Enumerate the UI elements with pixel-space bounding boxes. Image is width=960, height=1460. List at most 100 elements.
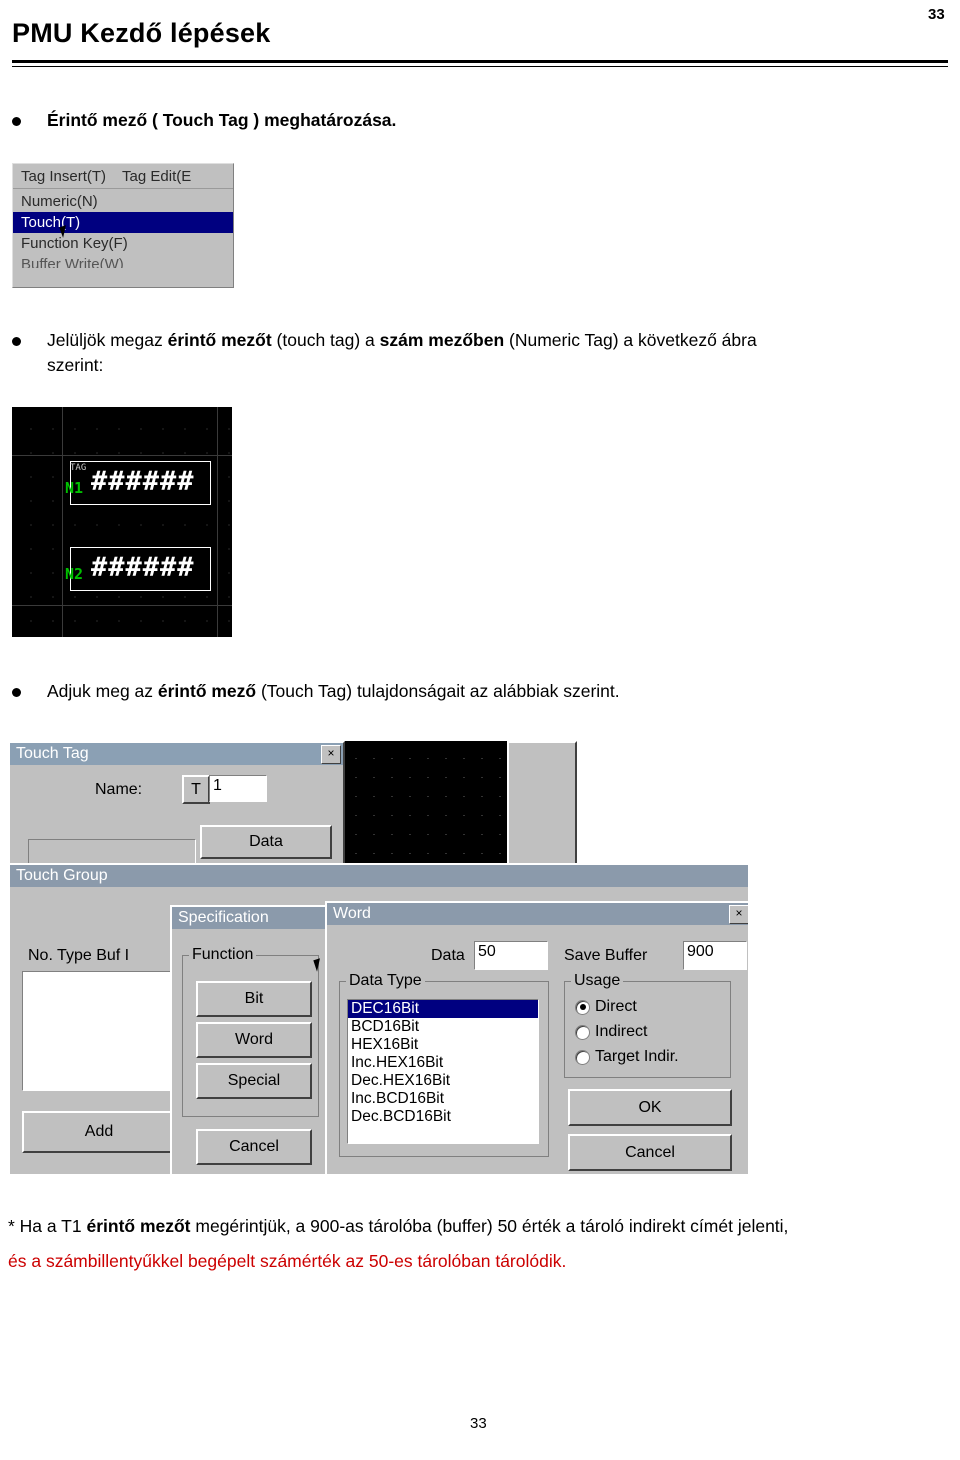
bullet-2-line-2: szerint: — [47, 355, 104, 375]
page-number-bottom: 33 — [470, 1415, 487, 1432]
bullet-3-seg-a: Adjuk meg az — [47, 681, 158, 701]
footer-note-line-2: és a számbillentyűkkel begépelt számérté… — [8, 1251, 567, 1271]
numeric-tag-1-label: N1 — [65, 479, 84, 497]
touch-tag-data-button[interactable]: Data — [200, 825, 332, 859]
specification-titlebar: Specification — [172, 907, 327, 929]
numeric-tag-2-value: ###### — [91, 552, 195, 583]
bullet-2-bold-1: érintő mezőt — [167, 330, 272, 350]
word-save-buffer-label: Save Buffer — [564, 947, 648, 964]
footer-note-seg-a: * Ha a T1 — [8, 1216, 87, 1236]
word-data-label: Data — [431, 947, 465, 964]
pmu-vline-left — [62, 407, 63, 637]
usage-option-direct[interactable]: Direct — [575, 998, 637, 1016]
word-cancel-button[interactable]: Cancel — [568, 1134, 732, 1171]
bullet-1-bold: Érintő mező ( Touch Tag ) meghatározása. — [47, 110, 397, 130]
data-type-group-label: Data Type — [346, 972, 425, 990]
numeric-tag-1-value: ###### — [91, 466, 195, 497]
word-save-buffer-input[interactable]: 900 — [683, 941, 747, 970]
pmu-preview-panel — [341, 741, 507, 866]
bullet-2-bold-2: szám mezőben — [379, 330, 505, 350]
usage-option-indirect[interactable]: Indirect — [575, 1023, 647, 1041]
touch-group-list[interactable] — [22, 971, 174, 1091]
pmu-vline-right — [217, 407, 218, 637]
touch-tag-name-input[interactable]: 1 — [209, 775, 267, 802]
touch-tag-dialog[interactable]: Touch Tag × Name: T 1 Data — [8, 741, 345, 867]
word-data-input[interactable]: 50 — [474, 941, 548, 970]
header-rule-thin — [12, 66, 948, 67]
footer-note-bold: érintő mezőt — [86, 1216, 191, 1236]
word-titlebar: Word × — [327, 903, 748, 925]
specification-title: Specification — [178, 909, 269, 926]
menu-screenshot: Tag Insert(T) Tag Edit(E Numeric(N) Touc… — [12, 163, 234, 288]
data-type-option-bcd16bit[interactable]: BCD16Bit — [348, 1018, 538, 1036]
menu-bar: Tag Insert(T) Tag Edit(E — [13, 164, 233, 189]
pmu-hline-top — [12, 455, 232, 456]
data-type-option-hex16bit[interactable]: HEX16Bit — [348, 1036, 538, 1054]
touch-tag-left-field[interactable] — [28, 839, 196, 865]
pmu-panel-screenshot: ###### TAG N1 ###### N2 — [12, 407, 232, 637]
word-ok-button[interactable]: OK — [568, 1089, 732, 1126]
bullet-marker-3 — [12, 688, 21, 697]
bullet-text-3: Adjuk meg az érintő mező (Touch Tag) tul… — [47, 679, 952, 704]
word-title: Word — [333, 905, 371, 922]
close-icon[interactable]: × — [729, 904, 748, 924]
document-page: 33 PMU Kezdő lépések Érintő mező ( Touch… — [0, 0, 960, 1460]
bullet-2-seg-c: (Numeric Tag) a következő ábra — [504, 330, 757, 350]
pmu-preview-dots — [341, 741, 507, 866]
data-type-option-dec-hex16bit[interactable]: Dec.HEX16Bit — [348, 1072, 538, 1090]
data-type-option-inc-hex16bit[interactable]: Inc.HEX16Bit — [348, 1054, 538, 1072]
menu-item-numeric[interactable]: Numeric(N) — [13, 191, 233, 212]
bullet-marker-2 — [12, 337, 21, 346]
data-type-option-inc-bcd16bit[interactable]: Inc.BCD16Bit — [348, 1090, 538, 1108]
numeric-tag-1-mini-label: TAG — [70, 463, 87, 473]
usage-group-label: Usage — [571, 972, 624, 990]
touch-group-add-button[interactable]: Add — [22, 1111, 176, 1153]
bullet-text-2: Jelüljök megaz érintő mezőt (touch tag) … — [47, 328, 952, 378]
touch-group-titlebar: Touch Group — [10, 865, 748, 887]
bullet-3-bold: érintő mező — [157, 681, 257, 701]
page-number-top: 33 — [928, 6, 945, 23]
data-type-option-dec16bit[interactable]: DEC16Bit — [348, 1000, 538, 1018]
footer-note-line-1: * Ha a T1 érintő mezőt megérintjük, a 90… — [8, 1213, 952, 1239]
radio-icon — [575, 1049, 590, 1065]
dialogs-screenshot: Touch Tag × Name: T 1 Data Touch Group N… — [8, 733, 748, 1174]
menu-bar-item-tag-edit[interactable]: Tag Edit(E — [114, 168, 199, 185]
menu-item-buffer-write[interactable]: Buffer Write(W) — [13, 254, 233, 268]
special-button[interactable]: Special — [196, 1063, 312, 1099]
radio-icon — [575, 999, 590, 1015]
numeric-tag-2-box: ###### — [70, 547, 211, 591]
word-button[interactable]: Word — [196, 1022, 312, 1058]
specification-dialog[interactable]: Specification Function Bit Word Special … — [170, 905, 329, 1174]
bullet-2-seg-b: (touch tag) a — [271, 330, 380, 350]
numeric-tag-2-label: N2 — [65, 565, 84, 583]
usage-option-target-indir-label: Target Indir. — [595, 1048, 679, 1065]
touch-tag-name-prefix: T — [182, 775, 210, 804]
data-type-list[interactable]: DEC16Bit BCD16Bit HEX16Bit Inc.HEX16Bit … — [347, 999, 539, 1144]
pmu-hline-bottom — [12, 605, 232, 606]
bullet-2-seg-a: Jelüljök megaz — [47, 330, 168, 350]
bullet-text-1: Érintő mező ( Touch Tag ) meghatározása. — [47, 108, 547, 133]
header-rule-thick — [12, 60, 948, 63]
touch-tag-title: Touch Tag — [16, 745, 89, 762]
close-icon[interactable]: × — [321, 744, 341, 764]
word-dialog[interactable]: Word × Data 50 Save Buffer 900 Data Type… — [325, 901, 748, 1174]
bit-button[interactable]: Bit — [196, 981, 312, 1017]
touch-tag-titlebar: Touch Tag × — [10, 743, 343, 765]
numeric-tag-1-box: ###### — [70, 461, 211, 505]
touch-group-columns: No. Type Buf I — [28, 947, 130, 964]
menu-bar-item-tag-insert[interactable]: Tag Insert(T) — [13, 168, 114, 185]
pmu-grid-dots — [12, 407, 232, 637]
menu-item-touch[interactable]: Touch(T) — [13, 212, 233, 233]
page-title: PMU Kezdő lépések — [12, 18, 271, 48]
data-type-option-dec-bcd16bit[interactable]: Dec.BCD16Bit — [348, 1108, 538, 1126]
touch-tag-name-label: Name: — [95, 781, 143, 798]
specification-cancel-button[interactable]: Cancel — [196, 1129, 312, 1165]
menu-list: Numeric(N) Touch(T) Function Key(F) Buff… — [13, 189, 233, 268]
menu-item-function-key[interactable]: Function Key(F) — [13, 233, 233, 254]
usage-option-target-indir[interactable]: Target Indir. — [575, 1048, 679, 1066]
background-panel-strip — [507, 741, 577, 875]
touch-group-title: Touch Group — [16, 867, 108, 884]
function-group-label: Function — [189, 946, 257, 964]
radio-icon — [575, 1024, 590, 1040]
footer-note-seg-b: megérintjük, a 900-as tárolóba (buffer) … — [190, 1216, 789, 1236]
